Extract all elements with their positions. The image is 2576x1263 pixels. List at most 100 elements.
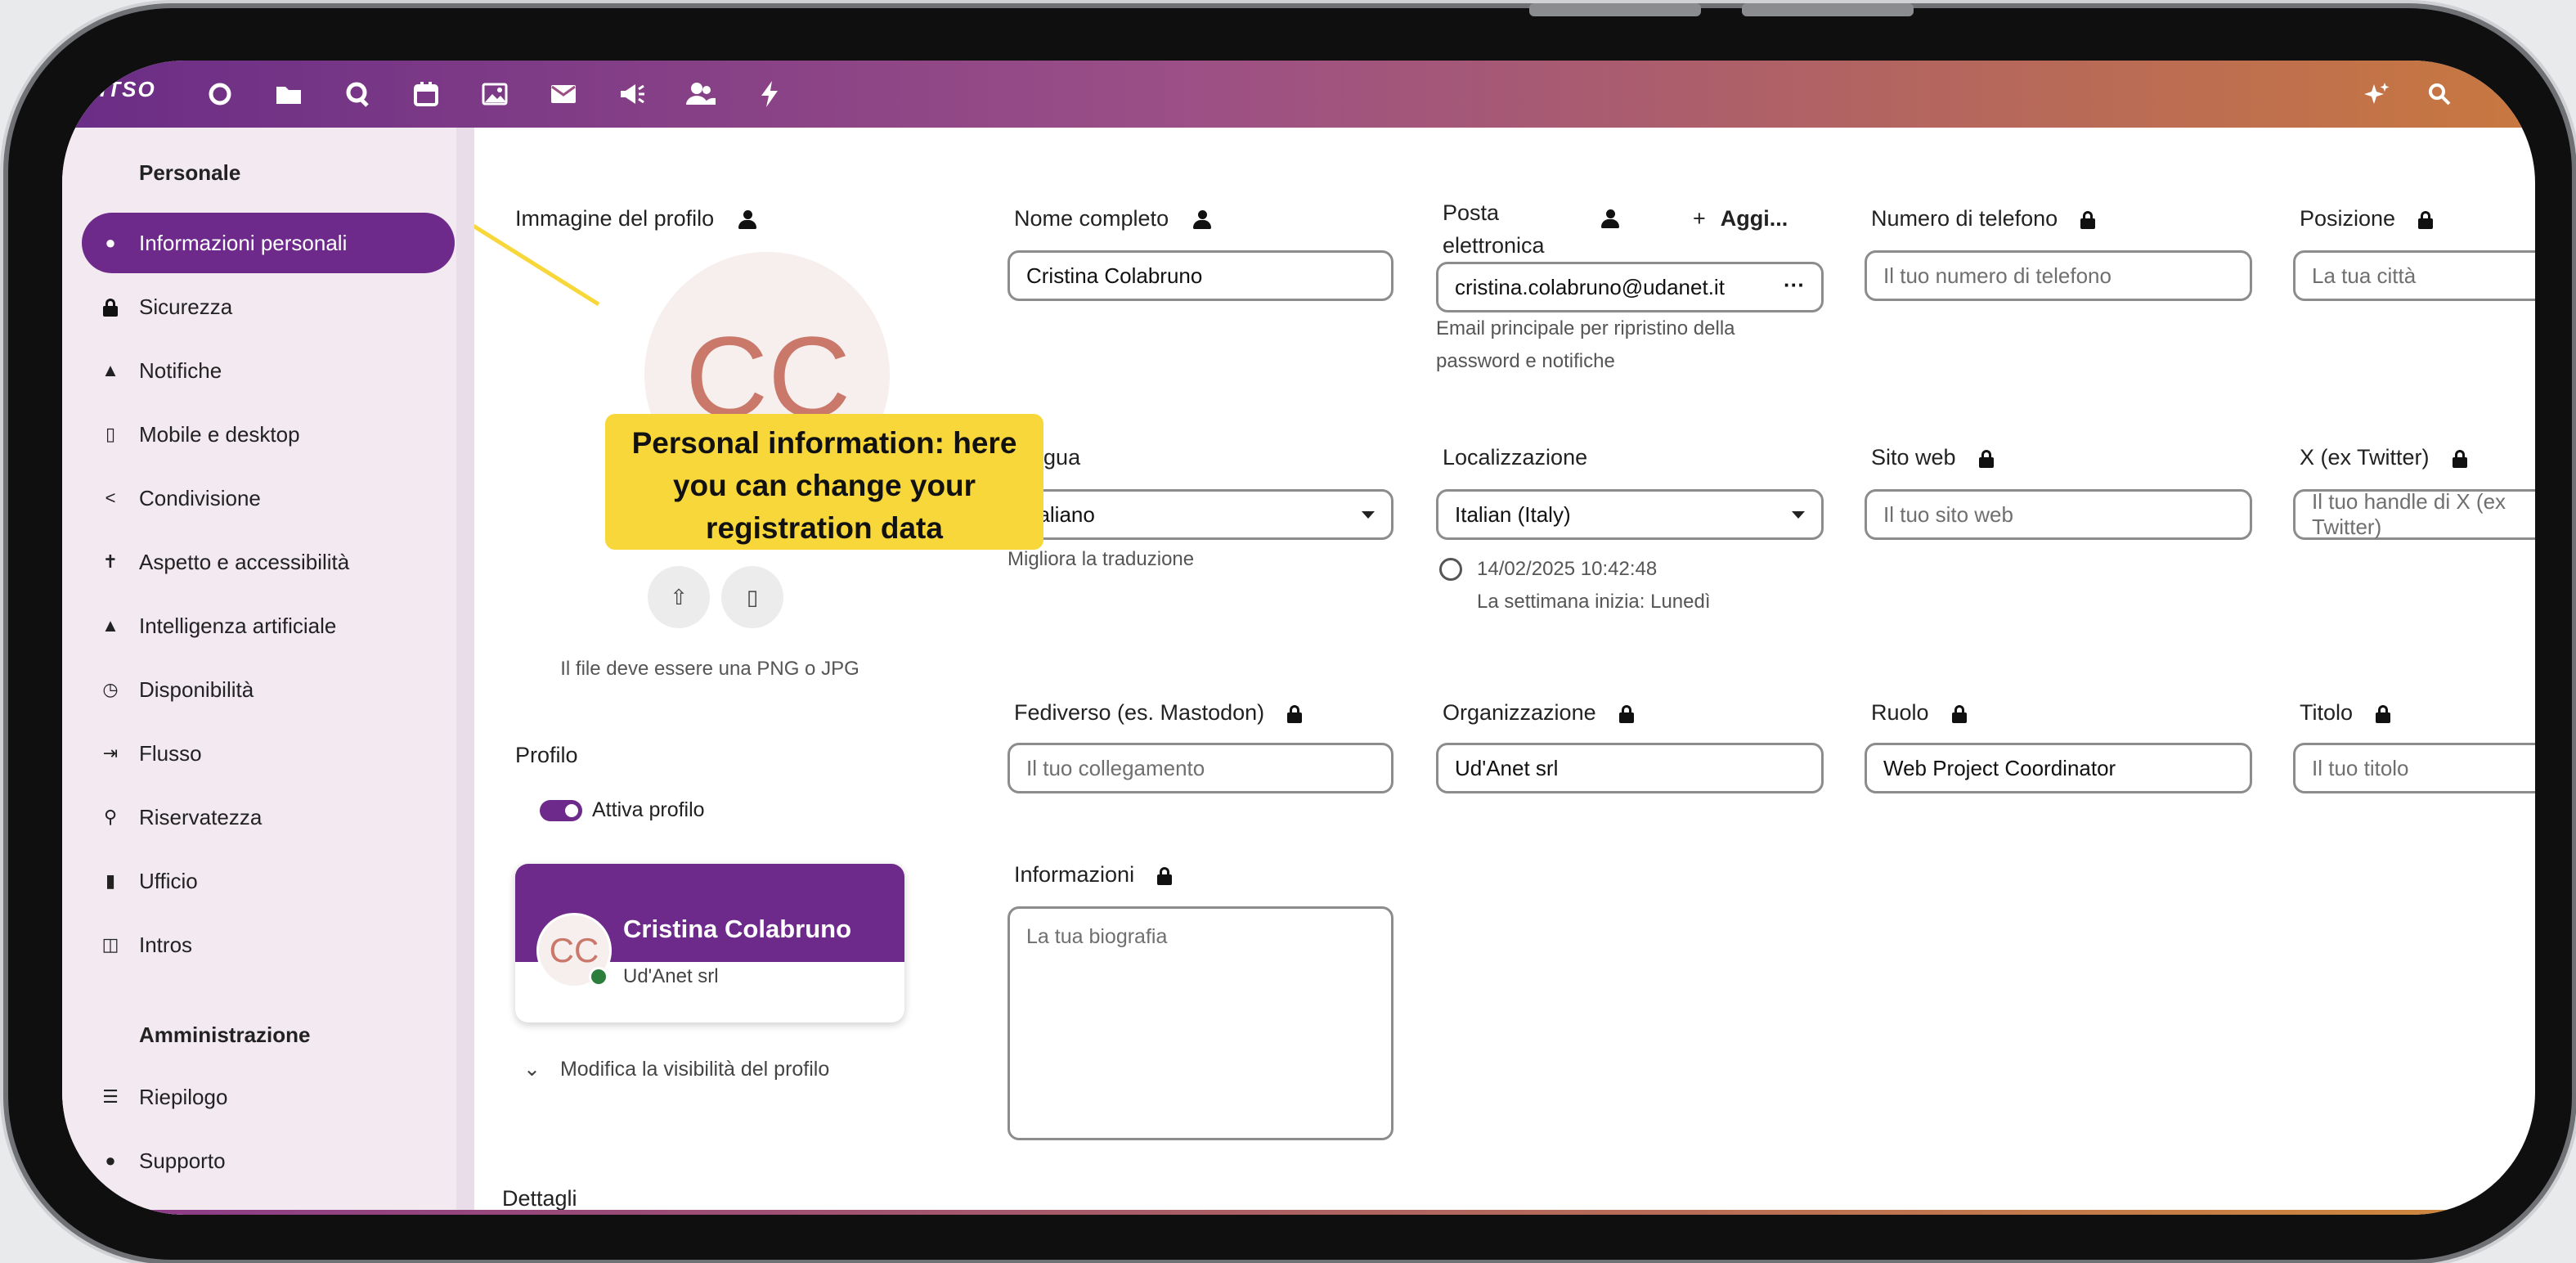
locale-datetime: 14/02/2025 10:42:48 xyxy=(1477,558,1658,580)
chevron-down-icon xyxy=(1362,511,1375,519)
sidebar-item-availability[interactable]: ◷ Disponibilità xyxy=(82,659,455,720)
sidebar-item-overview[interactable]: ☰ Riepilogo xyxy=(82,1067,455,1127)
calendar-icon[interactable] xyxy=(409,77,443,111)
visibility-icon[interactable] xyxy=(1600,209,1621,229)
lock-icon[interactable] xyxy=(1978,449,1994,468)
sidebar-item-label: Aspetto e accessibilità xyxy=(139,549,350,574)
sidebar-item-label: Ufficio xyxy=(139,868,198,893)
full-name-input[interactable]: Cristina Colabruno xyxy=(1008,250,1393,301)
dashboard-icon[interactable] xyxy=(203,77,237,111)
globe-icon xyxy=(1439,558,1462,581)
enable-profile-label: Attiva profilo xyxy=(592,798,705,821)
assistant-icon[interactable] xyxy=(2360,77,2394,111)
sidebar-item-label: Supporto xyxy=(139,1148,226,1173)
visibility-icon[interactable] xyxy=(1192,209,1213,230)
sidebar-item-notifications[interactable]: ▲ Notifiche xyxy=(82,340,455,401)
sidebar-item-label: Condivisione xyxy=(139,485,261,510)
organisation-input[interactable]: Ud'Anet srl xyxy=(1436,743,1824,793)
lock-icon[interactable] xyxy=(1618,704,1634,723)
hardware-button xyxy=(1742,3,1914,16)
bio-textarea[interactable]: La tua biografia xyxy=(1008,906,1393,1140)
upload-button[interactable]: ⇧ xyxy=(648,566,710,628)
language-select[interactable]: Italiano xyxy=(1008,489,1393,540)
lock-icon[interactable] xyxy=(2080,210,2096,229)
list-icon: ☰ xyxy=(102,1086,119,1107)
profile-visibility-link[interactable]: ⌄ Modifica la visibilità del profilo xyxy=(523,1057,829,1081)
intros-icon: ◫ xyxy=(101,934,119,955)
files-icon[interactable] xyxy=(272,77,306,111)
sidebar-item-intros[interactable]: ◫ Intros xyxy=(82,915,455,975)
website-label: Sito web xyxy=(1871,445,1994,470)
activity-icon[interactable] xyxy=(752,77,787,111)
sidebar-item-ai[interactable]: ▲ Intelligenza artificiale xyxy=(82,596,455,656)
enable-profile-toggle[interactable] xyxy=(540,800,582,821)
mail-icon[interactable] xyxy=(546,77,581,111)
sidebar-item-security[interactable]: Sicurezza xyxy=(82,276,455,337)
sidebar-item-label: Mobile e desktop xyxy=(139,421,300,447)
annotation-callout: Personal information: here you can chang… xyxy=(605,414,1043,550)
add-email-button[interactable]: + Aggi... xyxy=(1693,206,1788,231)
bio-label: Informazioni xyxy=(1014,862,1173,888)
position-input[interactable]: La tua città xyxy=(2293,250,2535,301)
bell-icon: ▲ xyxy=(101,360,119,380)
search-icon[interactable] xyxy=(2422,77,2457,111)
sidebar-item-label: Intelligenza artificiale xyxy=(139,613,337,638)
photos-icon[interactable] xyxy=(478,77,512,111)
twitter-input[interactable]: Il tuo handle di X (ex Twitter) xyxy=(2293,489,2535,540)
profile-preview-card[interactable]: CC Cristina Colabruno Ud'Anet srl xyxy=(515,864,904,1023)
upload-icon: ⇧ xyxy=(670,584,688,609)
sidebar-item-label: Intros xyxy=(139,932,193,957)
announcements-icon[interactable] xyxy=(615,77,649,111)
email-input[interactable]: cristina.colabruno@udanet.it ··· xyxy=(1436,262,1824,312)
accessibility-icon: ✝ xyxy=(102,551,119,572)
lock-icon[interactable] xyxy=(1287,704,1303,723)
more-options-icon[interactable]: ··· xyxy=(1784,272,1805,298)
key-icon: ⚲ xyxy=(103,807,118,827)
visibility-icon[interactable] xyxy=(737,209,758,230)
bottom-accent xyxy=(62,1210,2535,1215)
week-start: La settimana inizia: Lunedì xyxy=(1477,591,1711,613)
twitter-label: X (ex Twitter) xyxy=(2300,445,2467,470)
plus-icon: + xyxy=(1693,206,1706,231)
logo[interactable]: ITSO xyxy=(100,77,159,113)
fediverse-label: Fediverso (es. Mastodon) xyxy=(1014,700,1303,726)
full-name-label: Nome completo xyxy=(1014,206,1213,231)
sidebar-item-mobile-desktop[interactable]: ▯ Mobile e desktop xyxy=(82,404,455,465)
sidebar-item-label: Flusso xyxy=(139,740,202,766)
position-label: Posizione xyxy=(2300,206,2434,231)
lock-icon[interactable] xyxy=(2452,449,2467,468)
contacts-icon[interactable] xyxy=(684,77,718,111)
sidebar-item-appearance[interactable]: ✝ Aspetto e accessibilità xyxy=(82,532,455,592)
organisation-label: Organizzazione xyxy=(1443,700,1634,726)
talk-icon[interactable] xyxy=(340,77,375,111)
screen: ITSO Personale ● Informazioni personali … xyxy=(62,61,2535,1215)
choose-from-files-button[interactable]: ▯ xyxy=(721,566,783,628)
sidebar-item-sharing[interactable]: < Condivisione xyxy=(82,468,455,528)
fediverse-input[interactable]: Il tuo collegamento xyxy=(1008,743,1393,793)
lock-icon xyxy=(98,296,123,317)
mobile-icon: ▯ xyxy=(105,424,116,444)
sidebar-item-personal-info[interactable]: ● Informazioni personali xyxy=(82,213,455,273)
sidebar-item-office[interactable]: ▮ Ufficio xyxy=(82,851,455,911)
sidebar-item-label: Riservatezza xyxy=(139,804,263,829)
lock-icon[interactable] xyxy=(1157,866,1173,885)
website-input[interactable]: Il tuo sito web xyxy=(1865,489,2252,540)
lock-icon[interactable] xyxy=(2418,210,2434,229)
chevron-down-icon xyxy=(1792,511,1805,519)
person-icon: ● xyxy=(105,232,116,253)
sidebar-section-heading: Personale xyxy=(139,160,241,185)
sidebar-item-label: Disponibilità xyxy=(139,676,254,702)
title-label: Titolo xyxy=(2300,700,2391,726)
sidebar-item-support[interactable]: ● Supporto xyxy=(82,1130,455,1191)
title-input[interactable]: Il tuo titolo xyxy=(2293,743,2535,793)
role-input[interactable]: Web Project Coordinator xyxy=(1865,743,2252,793)
locale-select[interactable]: Italian (Italy) xyxy=(1436,489,1824,540)
phone-input[interactable]: Il tuo numero di telefono xyxy=(1865,250,2252,301)
ai-icon: ▲ xyxy=(101,615,119,636)
sidebar-item-privacy[interactable]: ⚲ Riservatezza xyxy=(82,787,455,847)
sidebar-item-flow[interactable]: ⇥ Flusso xyxy=(82,723,455,784)
details-heading: Dettagli xyxy=(502,1186,577,1211)
lock-icon[interactable] xyxy=(1951,704,1967,723)
card-organisation: Ud'Anet srl xyxy=(623,965,719,987)
lock-icon[interactable] xyxy=(2376,704,2391,723)
